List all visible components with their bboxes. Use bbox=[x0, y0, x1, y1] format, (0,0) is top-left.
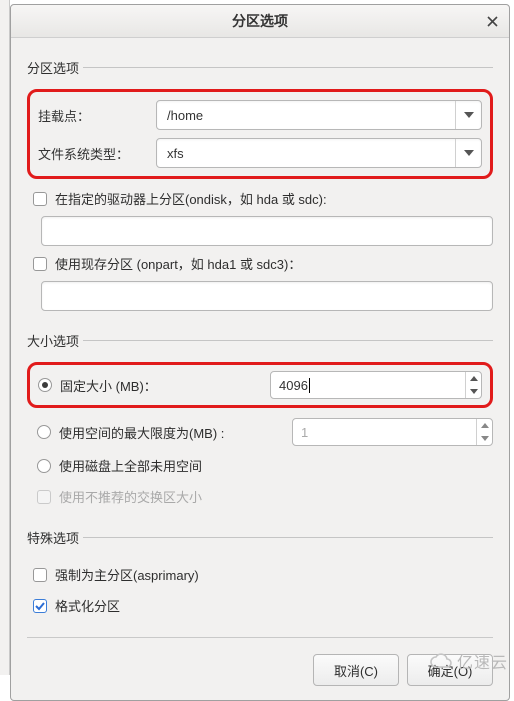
format-checkbox[interactable] bbox=[33, 599, 47, 613]
grow-label: 使用磁盘上全部未用空间 bbox=[59, 456, 202, 475]
maxsize-step-up[interactable] bbox=[477, 419, 492, 432]
onpart-checkbox[interactable] bbox=[33, 257, 47, 271]
recommended-swap-checkbox bbox=[37, 490, 51, 504]
recommended-swap-label: 使用不推荐的交换区大小 bbox=[59, 487, 202, 506]
asprimary-checkbox[interactable] bbox=[33, 568, 47, 582]
mountpoint-combo[interactable]: /home bbox=[156, 100, 482, 130]
close-button[interactable] bbox=[483, 12, 501, 30]
fstype-value: xfs bbox=[157, 146, 455, 161]
chevron-up-icon bbox=[481, 423, 489, 428]
maxsize-spinner[interactable]: 1 bbox=[292, 418, 493, 446]
maxsize-radio[interactable] bbox=[37, 425, 51, 439]
ondisk-label: 在指定的驱动器上分区(ondisk，如 hda 或 sdc): bbox=[55, 189, 327, 208]
mountpoint-label: 挂载点： bbox=[38, 106, 148, 125]
special-options-group: 特殊选项 强制为主分区(asprimary) 格式化分区 bbox=[27, 528, 493, 621]
button-separator bbox=[27, 637, 493, 638]
chevron-down-icon bbox=[481, 436, 489, 441]
chevron-down-icon bbox=[470, 389, 478, 394]
asprimary-label: 强制为主分区(asprimary) bbox=[55, 565, 199, 584]
fixed-size-value: 4096 bbox=[271, 372, 465, 398]
partition-options-group: 分区选项 挂载点： /home 文件系统类型： xfs bbox=[27, 58, 493, 315]
fstype-label: 文件系统类型： bbox=[38, 144, 148, 163]
maxsize-value: 1 bbox=[293, 419, 476, 445]
ondisk-checkbox[interactable] bbox=[33, 192, 47, 206]
format-label: 格式化分区 bbox=[55, 596, 120, 615]
fixed-size-label: 固定大小 (MB)： bbox=[60, 376, 270, 395]
chevron-down-icon bbox=[464, 112, 474, 118]
fixed-size-step-down[interactable] bbox=[466, 385, 481, 398]
highlight-box-mount-fs: 挂载点： /home 文件系统类型： xfs bbox=[27, 89, 493, 179]
fstype-dropdown-button[interactable] bbox=[455, 139, 481, 167]
special-options-legend: 特殊选项 bbox=[27, 528, 83, 547]
chevron-down-icon bbox=[464, 150, 474, 156]
ondisk-input[interactable] bbox=[41, 216, 493, 246]
background-panel-edge bbox=[0, 0, 10, 675]
onpart-label: 使用现存分区 (onpart，如 hda1 或 sdc3)： bbox=[55, 254, 301, 273]
chevron-up-icon bbox=[470, 376, 478, 381]
cancel-button[interactable]: 取消(C) bbox=[313, 654, 399, 686]
close-icon bbox=[487, 16, 498, 27]
size-options-group: 大小选项 固定大小 (MB)： 4096 使用空间的最大限度为(MB) : 1 bbox=[27, 331, 493, 512]
titlebar: 分区选项 bbox=[11, 5, 509, 38]
grow-radio[interactable] bbox=[37, 459, 51, 473]
highlight-box-fixed-size: 固定大小 (MB)： 4096 bbox=[27, 362, 493, 408]
mountpoint-dropdown-button[interactable] bbox=[455, 101, 481, 129]
fixed-size-spinner[interactable]: 4096 bbox=[270, 371, 482, 399]
fstype-combo[interactable]: xfs bbox=[156, 138, 482, 168]
window-title: 分区选项 bbox=[19, 11, 501, 31]
fixed-size-radio[interactable] bbox=[38, 378, 52, 392]
mountpoint-value: /home bbox=[157, 108, 455, 123]
partition-options-legend: 分区选项 bbox=[27, 58, 83, 77]
fixed-size-step-up[interactable] bbox=[466, 372, 481, 385]
onpart-input[interactable] bbox=[41, 281, 493, 311]
partition-options-dialog: 分区选项 分区选项 挂载点： /home 文件系统类型： bbox=[10, 4, 510, 701]
button-bar: 取消(C) 确定(O) bbox=[27, 650, 493, 686]
maxsize-step-down[interactable] bbox=[477, 432, 492, 445]
size-options-legend: 大小选项 bbox=[27, 331, 83, 350]
ok-button[interactable]: 确定(O) bbox=[407, 654, 493, 686]
maxsize-label: 使用空间的最大限度为(MB) : bbox=[59, 423, 284, 442]
